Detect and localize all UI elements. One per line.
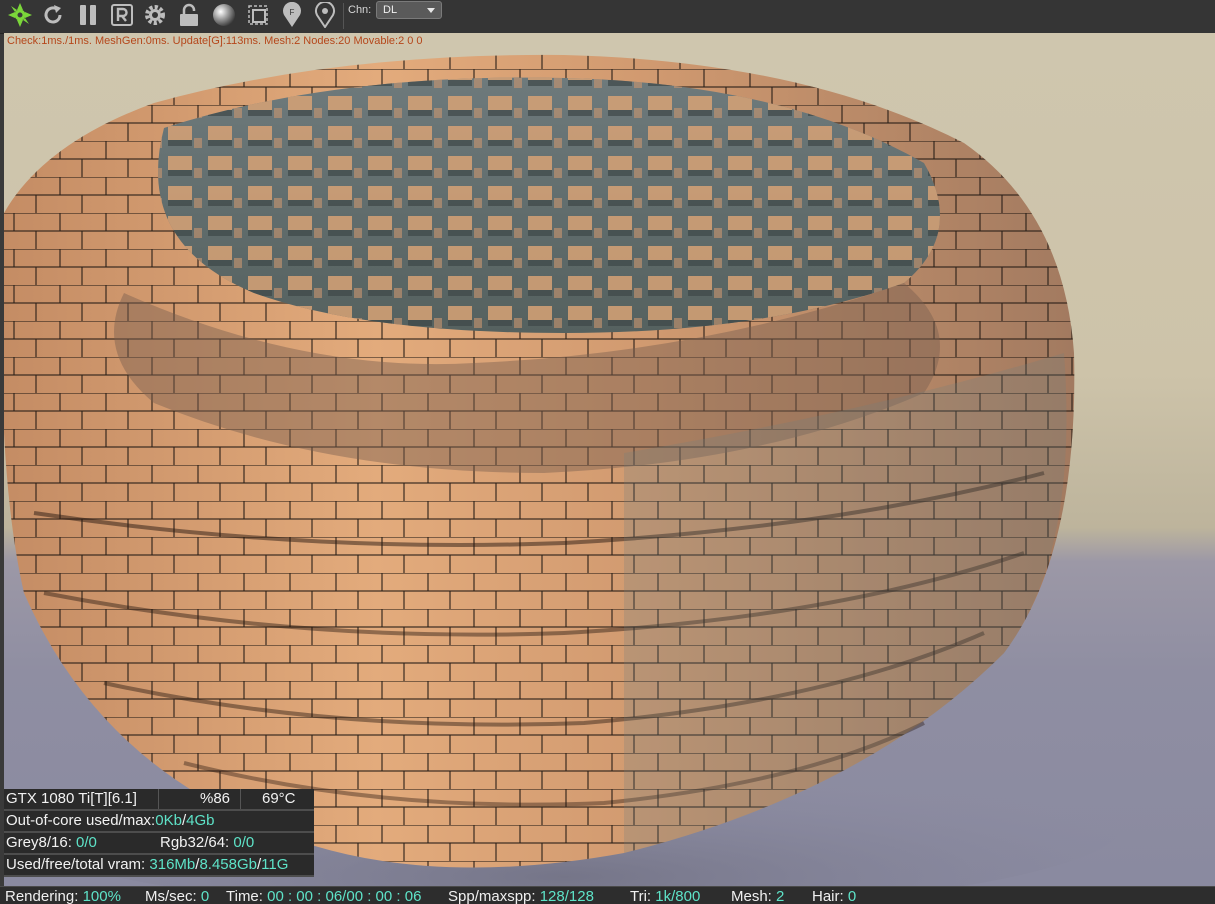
grey-label: Grey8/16: bbox=[6, 834, 72, 851]
rgb-info: Rgb32/64: 0/0 bbox=[160, 833, 254, 853]
gpu-temp: 69°C bbox=[262, 790, 296, 807]
focus-pin-icon[interactable]: F bbox=[278, 1, 306, 29]
pause-icon[interactable] bbox=[74, 1, 102, 29]
rgb-label: Rgb32/64: bbox=[160, 834, 230, 851]
ooc-max: 4Gb bbox=[186, 812, 215, 829]
chevron-down-icon bbox=[427, 8, 435, 13]
divider bbox=[158, 789, 159, 809]
ms-value: 0 bbox=[200, 888, 210, 904]
rendering-value: 100% bbox=[82, 888, 121, 904]
toolbar-separator bbox=[343, 3, 344, 29]
time-status: Time: 00 : 00 : 06/00 : 00 : 06 bbox=[226, 888, 421, 904]
render-viewport[interactable]: Check:1ms./1ms. MeshGen:0ms. Update[G]:1… bbox=[4, 33, 1215, 886]
lock-icon[interactable] bbox=[175, 1, 203, 29]
mesh-value: 2 bbox=[776, 888, 785, 904]
tri-value: 1k/800 bbox=[655, 888, 701, 904]
vram-label: Used/free/total vram: bbox=[6, 856, 146, 873]
gpu-info-panel: GTX 1080 Ti[T][6.1] %86 69°C Out-of-core… bbox=[4, 789, 314, 877]
tri-status: Tri: 1k/800 bbox=[630, 888, 700, 904]
refresh-icon[interactable] bbox=[39, 1, 67, 29]
grey-value: 0/0 bbox=[76, 834, 97, 851]
gpu-name: GTX 1080 Ti[T][6.1] bbox=[6, 790, 137, 807]
rendering-label: Rendering: bbox=[5, 888, 79, 904]
hair-label: Hair: bbox=[812, 888, 844, 904]
spp-status: Spp/maxspp: 128/128 bbox=[448, 888, 594, 904]
rendering-status: Rendering: 100% bbox=[5, 888, 121, 904]
channel-label: Chn: bbox=[348, 4, 372, 16]
ooc-used: 0Kb bbox=[155, 812, 182, 829]
out-of-core-info: Out-of-core used/max:0Kb/4Gb bbox=[6, 811, 214, 831]
render-toolbar: F Chn: DL bbox=[0, 0, 1215, 34]
r-icon[interactable] bbox=[108, 1, 136, 29]
render-stats-line: Check:1ms./1ms. MeshGen:0ms. Update[G]:1… bbox=[7, 35, 423, 47]
octane-logo-icon[interactable] bbox=[6, 1, 34, 29]
spp-value: 128/128 bbox=[539, 888, 594, 904]
grey-info: Grey8/16: 0/0 bbox=[6, 833, 97, 853]
vram-used: 316Mb bbox=[149, 856, 196, 873]
vram-total: 11G bbox=[261, 856, 289, 873]
material-ball-icon[interactable] bbox=[210, 1, 238, 29]
gear-icon[interactable] bbox=[141, 1, 169, 29]
white-pin-icon[interactable] bbox=[311, 1, 339, 29]
texture-row: Grey8/16: 0/0 Rgb32/64: 0/0 bbox=[4, 833, 314, 855]
ms-label: Ms/sec: bbox=[145, 888, 197, 904]
mesh-status: Mesh: 2 bbox=[731, 888, 784, 904]
mesh-label: Mesh: bbox=[731, 888, 772, 904]
vram-info: Used/free/total vram: 316Mb/8.458Gb/11G bbox=[6, 855, 288, 875]
gpu-usage: %86 bbox=[200, 790, 231, 807]
svg-text:F: F bbox=[290, 8, 295, 17]
tri-label: Tri: bbox=[630, 888, 652, 904]
gpu-row: GTX 1080 Ti[T][6.1] %86 69°C bbox=[4, 789, 314, 811]
divider bbox=[240, 789, 241, 809]
time-value: 00 : 00 : 06/00 : 00 : 06 bbox=[267, 888, 422, 904]
region-icon[interactable] bbox=[244, 1, 272, 29]
out-of-core-row: Out-of-core used/max:0Kb/4Gb bbox=[4, 811, 314, 833]
channel-value: DL bbox=[383, 4, 398, 16]
ms-status: Ms/sec: 0 bbox=[145, 888, 209, 904]
rendered-scene-image bbox=[4, 54, 1124, 886]
ooc-label: Out-of-core used/max: bbox=[6, 812, 156, 829]
hair-status: Hair: 0 bbox=[812, 888, 856, 904]
time-label: Time: bbox=[226, 888, 263, 904]
spp-label: Spp/maxspp: bbox=[448, 888, 536, 904]
rgb-value: 0/0 bbox=[233, 834, 255, 851]
hair-value: 0 bbox=[847, 888, 857, 904]
vram-row: Used/free/total vram: 316Mb/8.458Gb/11G bbox=[4, 855, 314, 877]
channel-dropdown[interactable]: DL bbox=[376, 1, 442, 19]
render-status-bar: Rendering: 100% Ms/sec: 0 Time: 00 : 00 … bbox=[0, 886, 1215, 904]
vram-free: 8.458Gb bbox=[199, 856, 257, 873]
